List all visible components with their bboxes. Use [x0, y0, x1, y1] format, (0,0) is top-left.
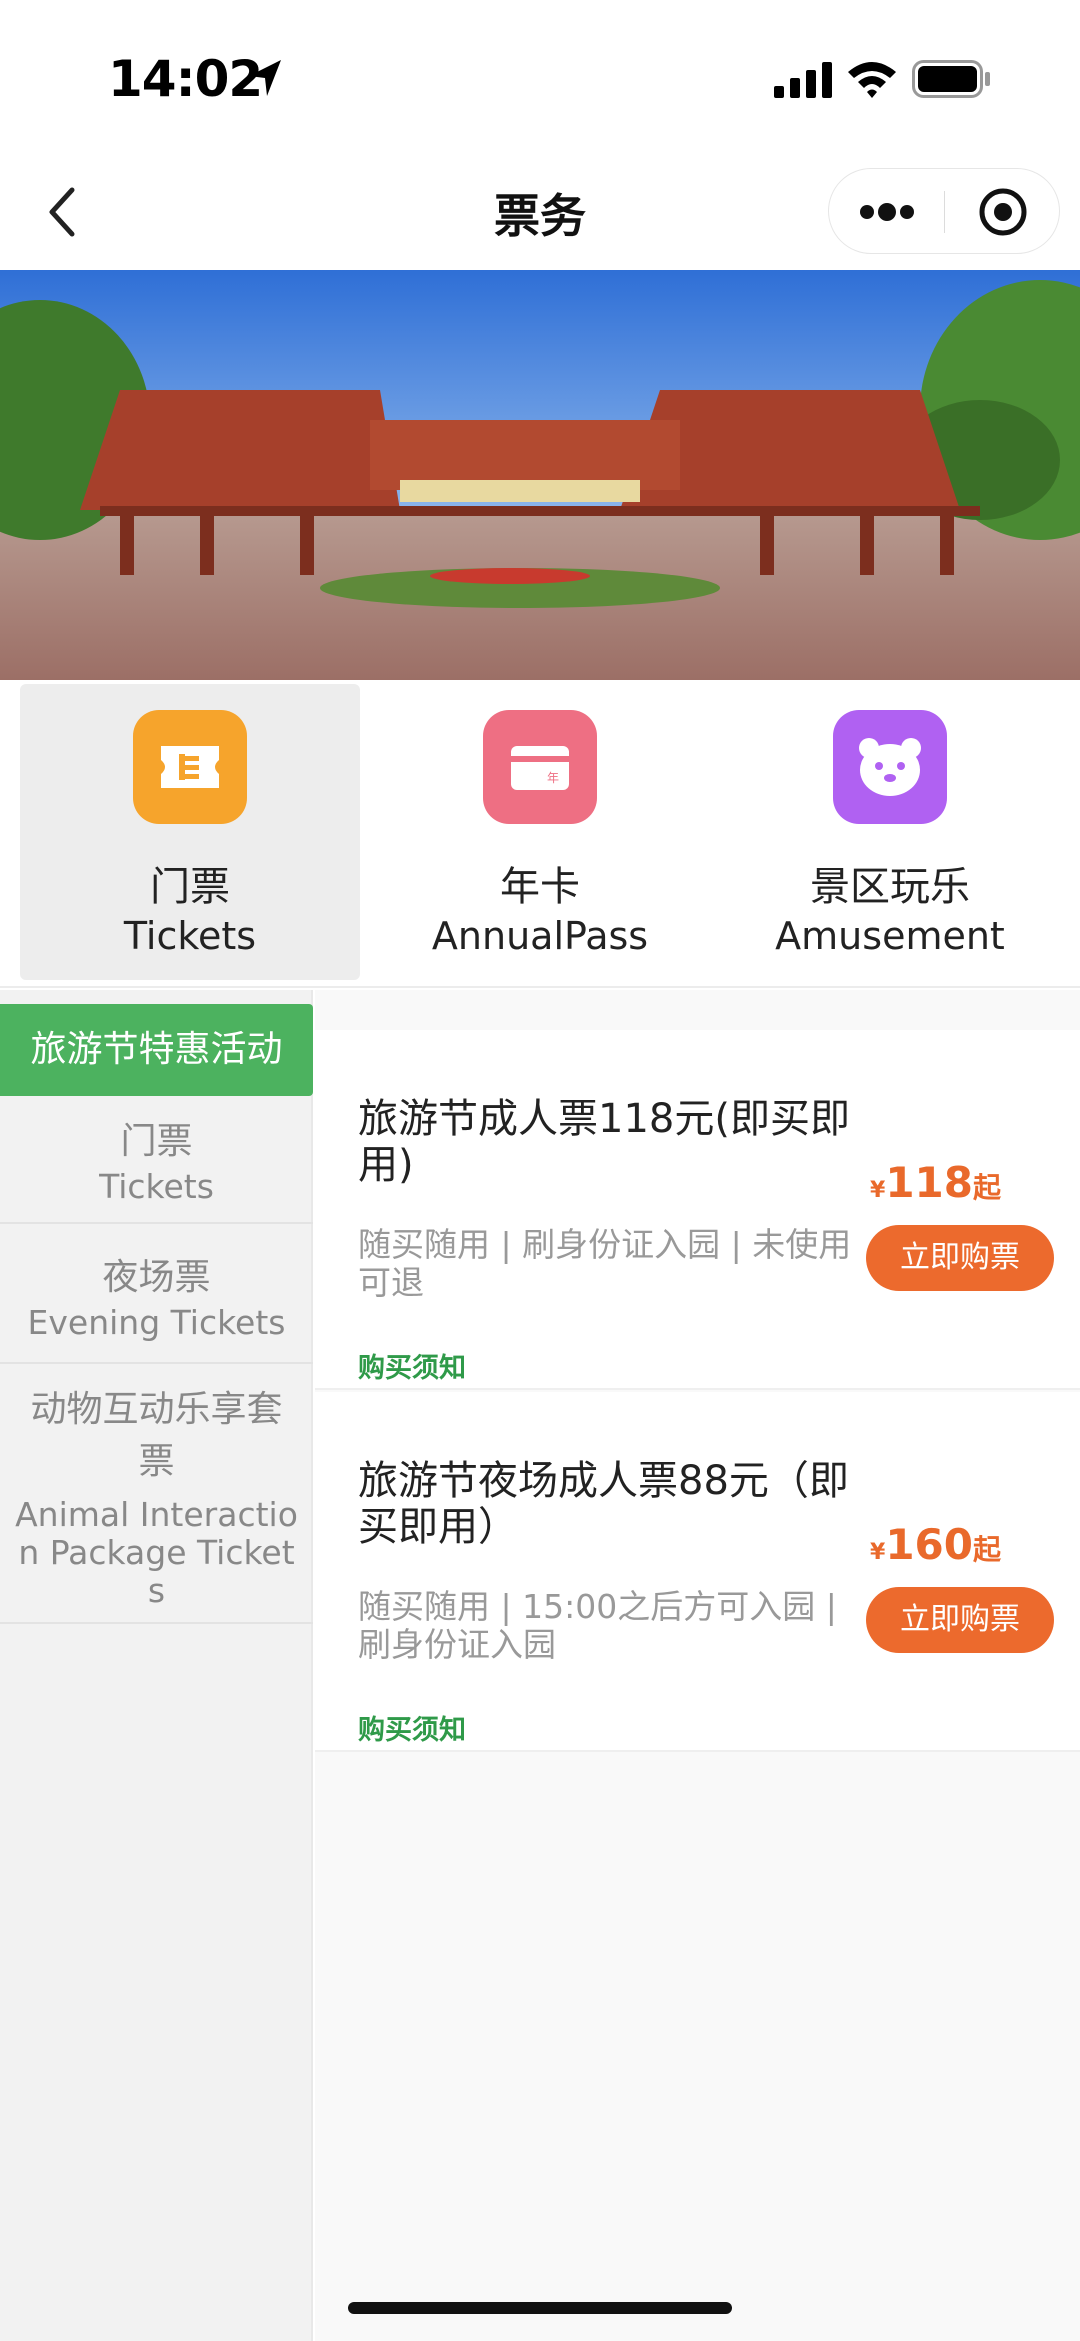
price-suffix: 起 — [972, 1533, 1001, 1566]
ticket-description: 随买随用 | 刷身份证入园 | 未使用可退 — [358, 1225, 852, 1302]
cellular-signal-icon — [774, 62, 832, 98]
ticket-title: 旅游节成人票118元(即买即用) — [358, 1096, 850, 1188]
price-currency: ¥ — [870, 1540, 886, 1565]
ticket-card[interactable]: 旅游节夜场成人票88元（即买即用） 随买随用 | 15:00之后方可入园 | 刷… — [315, 1392, 1080, 1752]
category-label-en: Amusement — [775, 914, 1005, 958]
purchase-notice-link[interactable]: 购买须知 — [358, 1708, 466, 1747]
side-item-label-zh: 夜场票 — [102, 1257, 211, 1298]
ticket-description: 随买随用 | 15:00之后方可入园 | 刷身份证入园 — [358, 1587, 837, 1664]
category-label-en: Tickets — [123, 914, 257, 958]
status-time: 14:02 — [108, 50, 263, 108]
category-label-en: AnnualPass — [431, 914, 649, 958]
purchase-notice-link[interactable]: 购买须知 — [358, 1346, 466, 1385]
category-amusement[interactable]: 景区玩乐 Amusement — [720, 684, 1060, 980]
home-indicator[interactable] — [348, 2302, 732, 2314]
side-item-label-en: Animal Interaction Package Tickets — [15, 1495, 298, 1610]
bear-icon — [833, 710, 947, 824]
category-row: 门票 Tickets 年 年卡 AnnualPass 景区玩乐 Amusemen — [0, 680, 1080, 988]
location-arrow-icon — [249, 60, 281, 96]
side-item-tourism-festival[interactable]: 旅游节特惠活动 — [0, 1004, 313, 1096]
price-suffix: 起 — [972, 1171, 1001, 1204]
wifi-icon — [848, 62, 896, 98]
more-icon[interactable] — [857, 195, 917, 229]
nav-bar: 票务 — [0, 150, 1080, 270]
side-item-tickets[interactable]: 门票 Tickets — [0, 1116, 313, 1224]
side-item-label-zh: 动物互动乐享套票 — [30, 1389, 283, 1482]
status-bar: 14:02 — [0, 0, 1080, 150]
ticket-title: 旅游节夜场成人票88元（即买即用） — [358, 1458, 849, 1550]
price-currency: ¥ — [870, 1178, 886, 1203]
mini-program-capsule — [828, 168, 1060, 254]
price-value: 160 — [885, 1520, 973, 1569]
category-label-zh: 年卡 — [500, 864, 580, 910]
capsule-divider — [944, 191, 945, 233]
category-tickets[interactable]: 门票 Tickets — [20, 684, 360, 980]
side-item-label-en: Evening Tickets — [27, 1303, 286, 1342]
ticket-list: 旅游节成人票118元(即买即用) 随买随用 | 刷身份证入园 | 未使用可退 购… — [315, 990, 1080, 2341]
ticket-icon — [133, 710, 247, 824]
buy-now-button[interactable]: 立即购票 — [866, 1225, 1054, 1291]
price-value: 118 — [885, 1158, 973, 1207]
side-item-label-zh: 门票 — [120, 1121, 193, 1162]
battery-icon — [912, 60, 990, 98]
side-item-evening-tickets[interactable]: 夜场票 Evening Tickets — [0, 1232, 313, 1364]
banner-image[interactable] — [0, 270, 1080, 680]
close-mini-program-icon[interactable] — [977, 186, 1029, 238]
category-label-zh: 景区玩乐 — [810, 864, 970, 910]
ticket-price: ¥160起 — [870, 1520, 1001, 1569]
side-item-animal-package[interactable]: 动物互动乐享套票 Animal Interaction Package Tick… — [0, 1372, 313, 1624]
buy-now-button[interactable]: 立即购票 — [866, 1587, 1054, 1653]
svg-text:年: 年 — [547, 771, 559, 785]
category-annual-pass[interactable]: 年 年卡 AnnualPass — [370, 684, 710, 980]
annual-card-icon: 年 — [483, 710, 597, 824]
ticket-price: ¥118起 — [870, 1158, 1001, 1207]
ticket-card[interactable]: 旅游节成人票118元(即买即用) 随买随用 | 刷身份证入园 | 未使用可退 购… — [315, 1030, 1080, 1390]
category-label-zh: 门票 — [150, 864, 230, 910]
side-item-label-en: Tickets — [99, 1167, 214, 1206]
side-menu: 旅游节特惠活动 门票 Tickets 夜场票 Evening Tickets 动… — [0, 990, 313, 2341]
